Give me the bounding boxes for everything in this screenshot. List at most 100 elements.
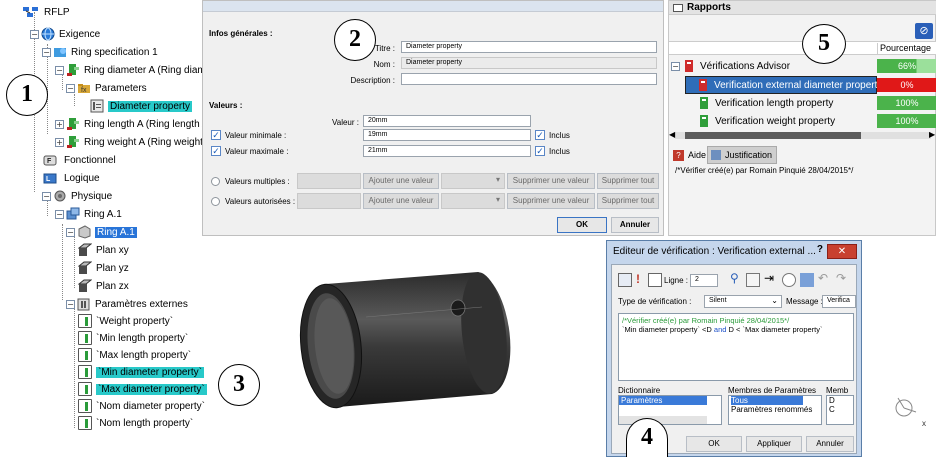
code-line: `Min diameter property` <D and D < `Max … (622, 325, 850, 334)
collapse-icon[interactable]: − (55, 65, 64, 75)
tree-param-min-length[interactable]: `Min length property` (78, 330, 188, 346)
ok-button[interactable]: OK (686, 436, 742, 452)
collapse-icon[interactable]: − (30, 29, 39, 39)
tree-param-max-length[interactable]: `Max length property` (78, 347, 191, 363)
vmin-field[interactable]: 19mm (363, 129, 531, 141)
help-button[interactable]: ? (817, 244, 823, 255)
ligne-field[interactable]: 2 (690, 274, 718, 287)
ajouter-valeur-button[interactable]: Ajouter une valeur (363, 173, 439, 189)
undo-icon[interactable]: ↶ (818, 271, 828, 285)
valeur-field[interactable]: 20mm (363, 115, 531, 127)
multiples-combo[interactable]: ▾ (441, 173, 505, 189)
tree-physique[interactable]: − Physique (42, 188, 112, 204)
vmin-inclus-checkbox[interactable]: ✓ (535, 130, 545, 140)
rapports-tool-icon[interactable]: ⊘ (915, 23, 933, 39)
message-field[interactable]: Verifica (822, 295, 856, 308)
find-icon[interactable]: ⚲ (730, 271, 739, 285)
scroll-right-icon[interactable]: ▶ (929, 130, 935, 139)
tree-parameters[interactable]: − fx Parameters (66, 80, 147, 96)
goto-icon[interactable]: ⇥ (764, 271, 774, 285)
memb-list[interactable]: D C (826, 395, 854, 425)
collapse-icon[interactable]: − (66, 299, 75, 309)
tree-param-nom-length[interactable]: `Nom length property` (78, 415, 193, 431)
code-editor[interactable]: /*Vérifier créé(e) par Romain Pinquié 28… (618, 313, 854, 381)
row-advisor[interactable]: − Vérifications Advisor (671, 57, 790, 75)
tab-aide[interactable]: ? Aide (673, 147, 706, 163)
format-icon[interactable] (648, 273, 662, 287)
tree-rflp[interactable]: RFLP (22, 4, 70, 20)
annuler-button[interactable]: Annuler (806, 436, 854, 452)
memb-item[interactable]: D (829, 396, 853, 405)
collapse-icon[interactable]: − (42, 191, 51, 201)
hole-feature[interactable] (450, 299, 466, 317)
tree-ring-specification[interactable]: − Ring specification 1 (42, 44, 158, 60)
horizontal-scrollbar[interactable] (675, 132, 931, 139)
tree-ring-weight[interactable]: + Ring weight A (Ring weight A (55, 134, 212, 150)
scroll-left-icon[interactable]: ◀ (669, 130, 675, 139)
tree-logique[interactable]: L Logique (42, 170, 100, 186)
tree-exigence[interactable]: − Exigence (30, 26, 100, 42)
col-pourcentage[interactable]: Pourcentage (877, 43, 931, 55)
collapse-icon[interactable]: − (55, 209, 64, 219)
tree-ring-diameter[interactable]: − Ring diameter A (Ring diame (55, 62, 211, 78)
tree-plan-yz[interactable]: Plan yz (77, 260, 129, 276)
tree-param-nom-diameter[interactable]: `Nom diameter property` (78, 398, 205, 414)
ajouter-valeur-button[interactable]: Ajouter une valeur (363, 193, 439, 209)
tree-ring-a1[interactable]: − Ring A.1 (55, 206, 122, 222)
ok-button[interactable]: OK (557, 217, 607, 233)
ring-3d-model[interactable] (296, 262, 520, 412)
tree-fonctionnel[interactable]: F Fonctionnel (42, 152, 116, 168)
exclamation-icon[interactable]: ! (636, 272, 640, 286)
collapse-icon[interactable]: − (42, 47, 51, 57)
tree-diameter-property[interactable]: Diameter property (90, 98, 193, 114)
row-ext-diameter[interactable]: Verification external diameter property (685, 76, 882, 94)
close-button[interactable]: ✕ (827, 244, 857, 259)
vmax-checkbox[interactable]: ✓ (211, 146, 221, 156)
row-weight[interactable]: Verification weight property (697, 112, 835, 130)
row-length[interactable]: Verification length property (697, 94, 833, 112)
autorisees-combo[interactable]: ▾ (441, 193, 505, 209)
expand-icon[interactable]: + (55, 119, 64, 129)
collapse-icon[interactable]: − (671, 61, 680, 71)
annuler-button[interactable]: Annuler (611, 217, 659, 233)
replace-icon[interactable] (746, 273, 760, 287)
membres-item-selected[interactable]: Tous (731, 396, 803, 405)
type-select[interactable]: Silent ⌄ (704, 295, 782, 308)
indent-icon[interactable] (618, 273, 632, 287)
expand-icon[interactable]: + (55, 137, 64, 147)
dict-list[interactable]: Paramètres (618, 395, 722, 425)
appliquer-button[interactable]: Appliquer (746, 436, 802, 452)
compass-icon[interactable]: x (890, 390, 930, 430)
object-browser-icon[interactable] (782, 273, 796, 287)
supprimer-valeur-button[interactable]: Supprimer une valeur (507, 173, 595, 189)
tree-params-externes[interactable]: − Paramètres externes (66, 296, 188, 312)
tab-justification[interactable]: Justification (707, 146, 777, 164)
supprimer-tout-button[interactable]: Supprimer tout (597, 193, 659, 209)
supprimer-valeur-button[interactable]: Supprimer une valeur (507, 193, 595, 209)
collapse-icon[interactable]: − (66, 83, 75, 93)
eraser-icon[interactable] (800, 273, 814, 287)
titre-field[interactable]: Diameter property (401, 41, 657, 53)
vmax-field[interactable]: 21mm (363, 145, 531, 157)
scroll-thumb[interactable] (685, 132, 861, 139)
tree-plan-xy[interactable]: Plan xy (77, 242, 129, 258)
tree-ring-length[interactable]: + Ring length A (Ring length A (55, 116, 209, 132)
vmax-inclus-checkbox[interactable]: ✓ (535, 146, 545, 156)
tree-param-min-diameter[interactable]: `Min diameter property` (78, 364, 204, 380)
tree-ring-a1-part[interactable]: − Ring A.1 (66, 224, 137, 240)
type-label: Type de vérification : (618, 297, 692, 306)
multiples-radio[interactable] (211, 177, 220, 186)
membres-item[interactable]: Paramètres renommés (731, 405, 821, 414)
memb-item[interactable]: C (829, 405, 853, 414)
tree-plan-zx[interactable]: Plan zx (77, 278, 129, 294)
vmin-checkbox[interactable]: ✓ (211, 130, 221, 140)
tree-param-weight[interactable]: `Weight property` (78, 313, 173, 329)
membres-list[interactable]: Tous Paramètres renommés (728, 395, 822, 425)
dict-item-selected[interactable]: Paramètres (619, 396, 707, 405)
autorisees-radio[interactable] (211, 197, 220, 206)
redo-icon[interactable]: ↷ (836, 271, 846, 285)
collapse-icon[interactable]: − (66, 227, 75, 237)
tree-param-max-diameter[interactable]: `Max diameter property` (78, 381, 207, 397)
supprimer-tout-button[interactable]: Supprimer tout (597, 173, 659, 189)
description-field[interactable] (401, 73, 657, 85)
